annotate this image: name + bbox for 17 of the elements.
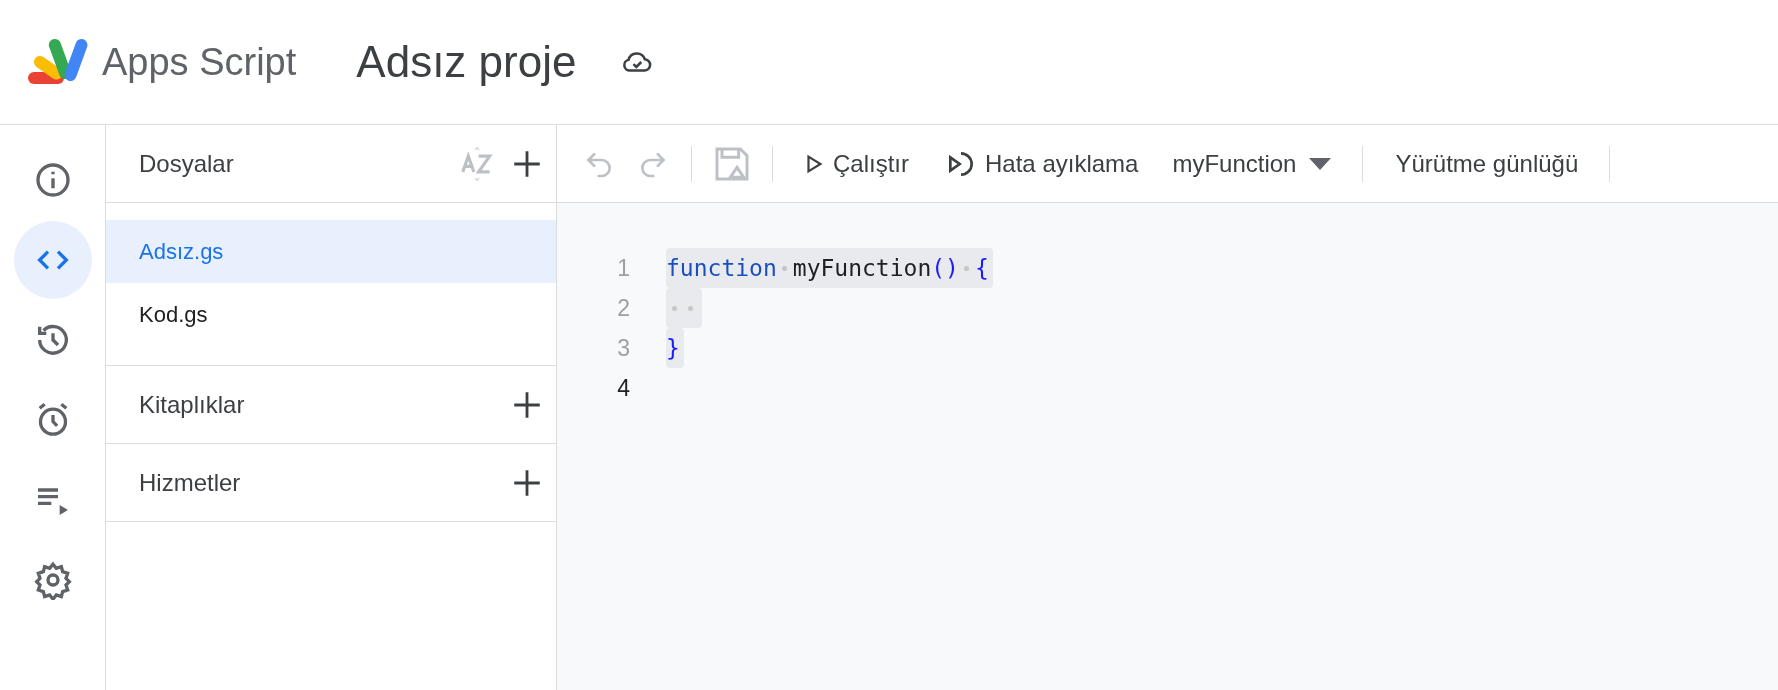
line-number: 4 [616, 373, 630, 403]
line-number: 1 [616, 253, 630, 283]
line-number: 2 [616, 293, 630, 323]
execution-log-button[interactable]: Yürütme günlüğü [1395, 145, 1579, 182]
line-number: 3 [616, 333, 630, 363]
settings-icon [32, 560, 73, 600]
debug-button[interactable]: Hata ayıklama [945, 145, 1139, 182]
caret-icon [1308, 156, 1333, 171]
file-item[interactable]: Adsız.gs [106, 220, 556, 283]
function-dropdown[interactable]: myFunction [1172, 145, 1333, 182]
section-heading: Hizmetler [139, 467, 242, 498]
project-title[interactable]: Adsız proje [356, 29, 577, 95]
file-item[interactable]: Kod.gs [106, 283, 556, 346]
run-button[interactable]: Çalıştır [803, 145, 909, 182]
product-name: Apps Script [102, 39, 297, 85]
files-heading: Dosyalar [139, 148, 235, 179]
section-heading: Kitaplıklar [139, 389, 246, 420]
